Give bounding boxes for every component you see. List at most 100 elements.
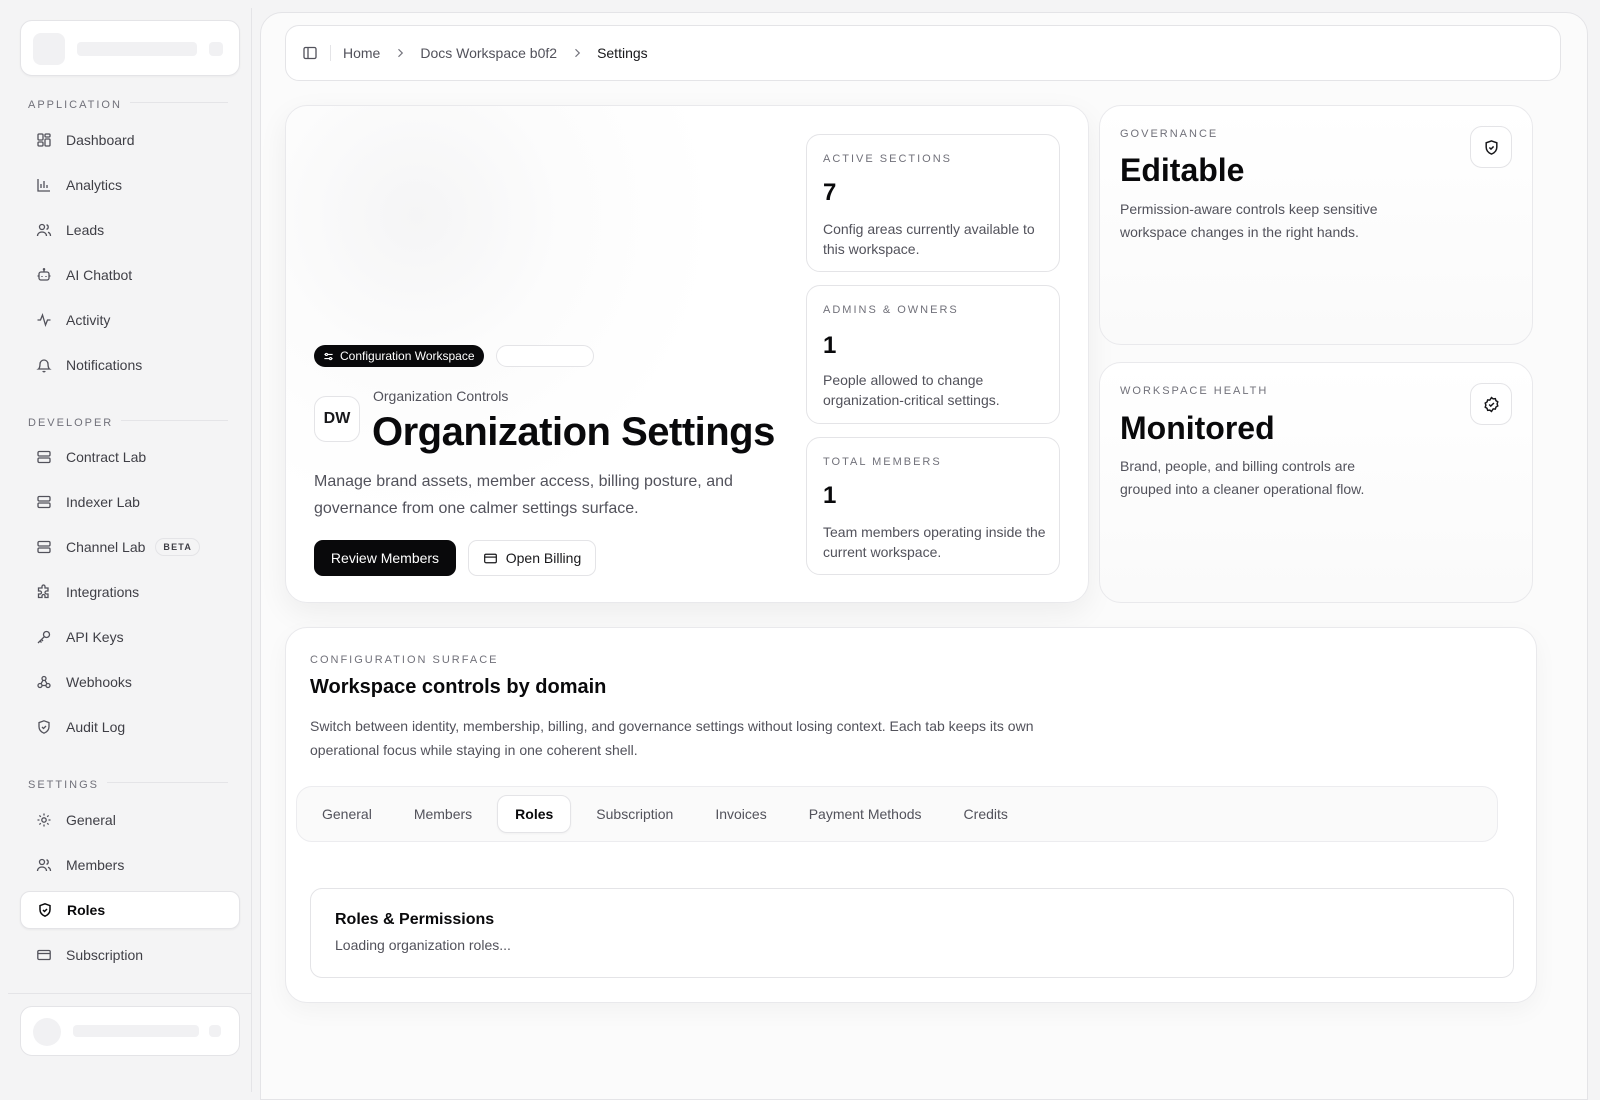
stat-label: ADMINS & OWNERS <box>823 304 959 316</box>
activity-icon <box>36 312 52 328</box>
governance-description: Permission-aware controls keep sensitive… <box>1120 201 1378 240</box>
puzzle-icon <box>36 584 52 600</box>
organization-avatar: DW <box>314 396 360 442</box>
stat-label: ACTIVE SECTIONS <box>823 153 953 165</box>
tab-subscription[interactable]: Subscription <box>579 795 690 833</box>
sidebar-item-label: Webhooks <box>66 674 132 690</box>
sidebar-toggle-icon[interactable] <box>302 45 318 61</box>
stat-card-admins-owners: ADMINS & OWNERS 1 People allowed to chan… <box>806 285 1060 424</box>
health-description: Brand, people, and billing controls are … <box>1120 458 1365 497</box>
section-label-application: APPLICATION <box>28 95 228 111</box>
tab-members[interactable]: Members <box>397 795 489 833</box>
configuration-badge-label: Configuration Workspace <box>340 349 475 363</box>
badge-placeholder <box>496 345 594 367</box>
tab-credits[interactable]: Credits <box>947 795 1025 833</box>
workspace-name-placeholder <box>77 42 197 56</box>
sidebar-item-label: Roles <box>67 902 106 918</box>
key-icon <box>36 629 52 645</box>
stat-value: 7 <box>823 179 837 206</box>
chevron-right-icon <box>394 47 406 59</box>
sidebar-item-general[interactable]: General <box>20 801 240 839</box>
config-description: Switch between identity, membership, bil… <box>310 718 1034 758</box>
sidebar-item-leads[interactable]: Leads <box>20 211 240 249</box>
governance-value: Editable <box>1120 152 1245 188</box>
sidebar-item-label: API Keys <box>66 629 124 645</box>
stat-value: 1 <box>823 482 837 509</box>
sidebar-item-label: Contract Lab <box>66 449 147 465</box>
open-billing-button[interactable]: Open Billing <box>468 540 596 576</box>
sidebar-item-ai-chatbot[interactable]: AI Chatbot <box>20 256 240 294</box>
sidebar-item-roles[interactable]: Roles <box>20 891 240 929</box>
sliders-icon <box>323 351 334 362</box>
sidebar-item-label: Indexer Lab <box>66 494 140 510</box>
sidebar-item-subscription[interactable]: Subscription <box>20 936 240 974</box>
sidebar-item-webhooks[interactable]: Webhooks <box>20 663 240 701</box>
sidebar-item-label: Members <box>66 857 125 873</box>
configuration-surface: CONFIGURATION SURFACE Workspace controls… <box>285 627 1537 1003</box>
sidebar-item-indexer-lab[interactable]: Indexer Lab <box>20 483 240 521</box>
sidebar-item-api-keys[interactable]: API Keys <box>20 618 240 656</box>
shield-check-icon <box>37 902 53 918</box>
configuration-badge: Configuration Workspace <box>314 345 484 367</box>
workspace-logo-placeholder <box>33 33 65 65</box>
shield-check-icon <box>1470 126 1512 168</box>
section-label-developer: DEVELOPER <box>28 413 228 429</box>
roles-permissions-panel: Roles & Permissions Loading organization… <box>310 888 1514 978</box>
sidebar-item-dashboard[interactable]: Dashboard <box>20 121 240 159</box>
sidebar-item-label: Integrations <box>66 584 140 600</box>
sidebar-item-analytics[interactable]: Analytics <box>20 166 240 204</box>
sidebar-item-label: Channel Lab <box>66 539 146 555</box>
user-avatar-placeholder <box>33 1018 61 1046</box>
badge-check-icon <box>1470 383 1512 425</box>
top-bar: Home Docs Workspace b0f2 Settings <box>285 25 1561 81</box>
sidebar-item-integrations[interactable]: Integrations <box>20 573 240 611</box>
shield-icon <box>36 719 52 735</box>
sidebar: APPLICATION Dashboard Analytics Leads AI… <box>8 8 252 1092</box>
tab-general[interactable]: General <box>305 795 389 833</box>
health-label: WORKSPACE HEALTH <box>1120 385 1269 397</box>
main-content: Home Docs Workspace b0f2 Settings Config… <box>260 12 1588 1100</box>
sidebar-item-contract-lab[interactable]: Contract Lab <box>20 438 240 476</box>
beta-badge: BETA <box>155 538 201 556</box>
sidebar-item-label: AI Chatbot <box>66 267 133 283</box>
review-members-button[interactable]: Review Members <box>314 540 456 576</box>
stat-value: 1 <box>823 332 837 359</box>
breadcrumb-home[interactable]: Home <box>343 45 380 61</box>
sidebar-item-audit-log[interactable]: Audit Log <box>20 708 240 746</box>
roles-loading-text: Loading organization roles... <box>335 937 511 953</box>
hero-description: Manage brand assets, member access, bill… <box>314 473 733 517</box>
tab-payment-methods[interactable]: Payment Methods <box>792 795 939 833</box>
settings-tabs: General Members Roles Subscription Invoi… <box>296 786 1498 842</box>
workspace-health-card: WORKSPACE HEALTH Monitored Brand, people… <box>1099 362 1533 603</box>
users-icon <box>36 222 52 238</box>
section-label-settings: SETTINGS <box>28 775 228 791</box>
users-icon <box>36 857 52 873</box>
user-menu-chevron-placeholder <box>209 1025 221 1037</box>
user-name-placeholder <box>73 1025 199 1037</box>
workspace-switcher-chevron-placeholder <box>209 42 223 56</box>
sidebar-item-notifications[interactable]: Notifications <box>20 346 240 384</box>
stat-description: People allowed to change organization-cr… <box>823 372 1000 408</box>
webhook-icon <box>36 674 52 690</box>
stat-card-total-members: TOTAL MEMBERS 1 Team members operating i… <box>806 437 1060 575</box>
sidebar-divider <box>8 993 251 994</box>
sidebar-item-label: Subscription <box>66 947 144 963</box>
hero-eyebrow: Organization Controls <box>373 388 509 404</box>
sidebar-item-label: Analytics <box>66 177 123 193</box>
tab-invoices[interactable]: Invoices <box>698 795 783 833</box>
credit-card-icon <box>36 947 52 963</box>
gear-icon <box>36 812 52 828</box>
sidebar-item-activity[interactable]: Activity <box>20 301 240 339</box>
sidebar-item-channel-lab[interactable]: Channel Lab BETA <box>20 528 240 566</box>
bar-chart-icon <box>36 177 52 193</box>
grid-icon <box>36 132 52 148</box>
sidebar-item-label: Notifications <box>66 357 143 373</box>
sidebar-item-members[interactable]: Members <box>20 846 240 884</box>
user-menu[interactable] <box>20 1006 240 1056</box>
tab-roles[interactable]: Roles <box>497 795 572 833</box>
server-icon <box>36 449 52 465</box>
workspace-switcher[interactable] <box>20 20 240 76</box>
sidebar-item-label: Audit Log <box>66 719 126 735</box>
stat-description: Team members operating inside the curren… <box>823 524 1046 560</box>
breadcrumb-workspace[interactable]: Docs Workspace b0f2 <box>420 45 557 61</box>
